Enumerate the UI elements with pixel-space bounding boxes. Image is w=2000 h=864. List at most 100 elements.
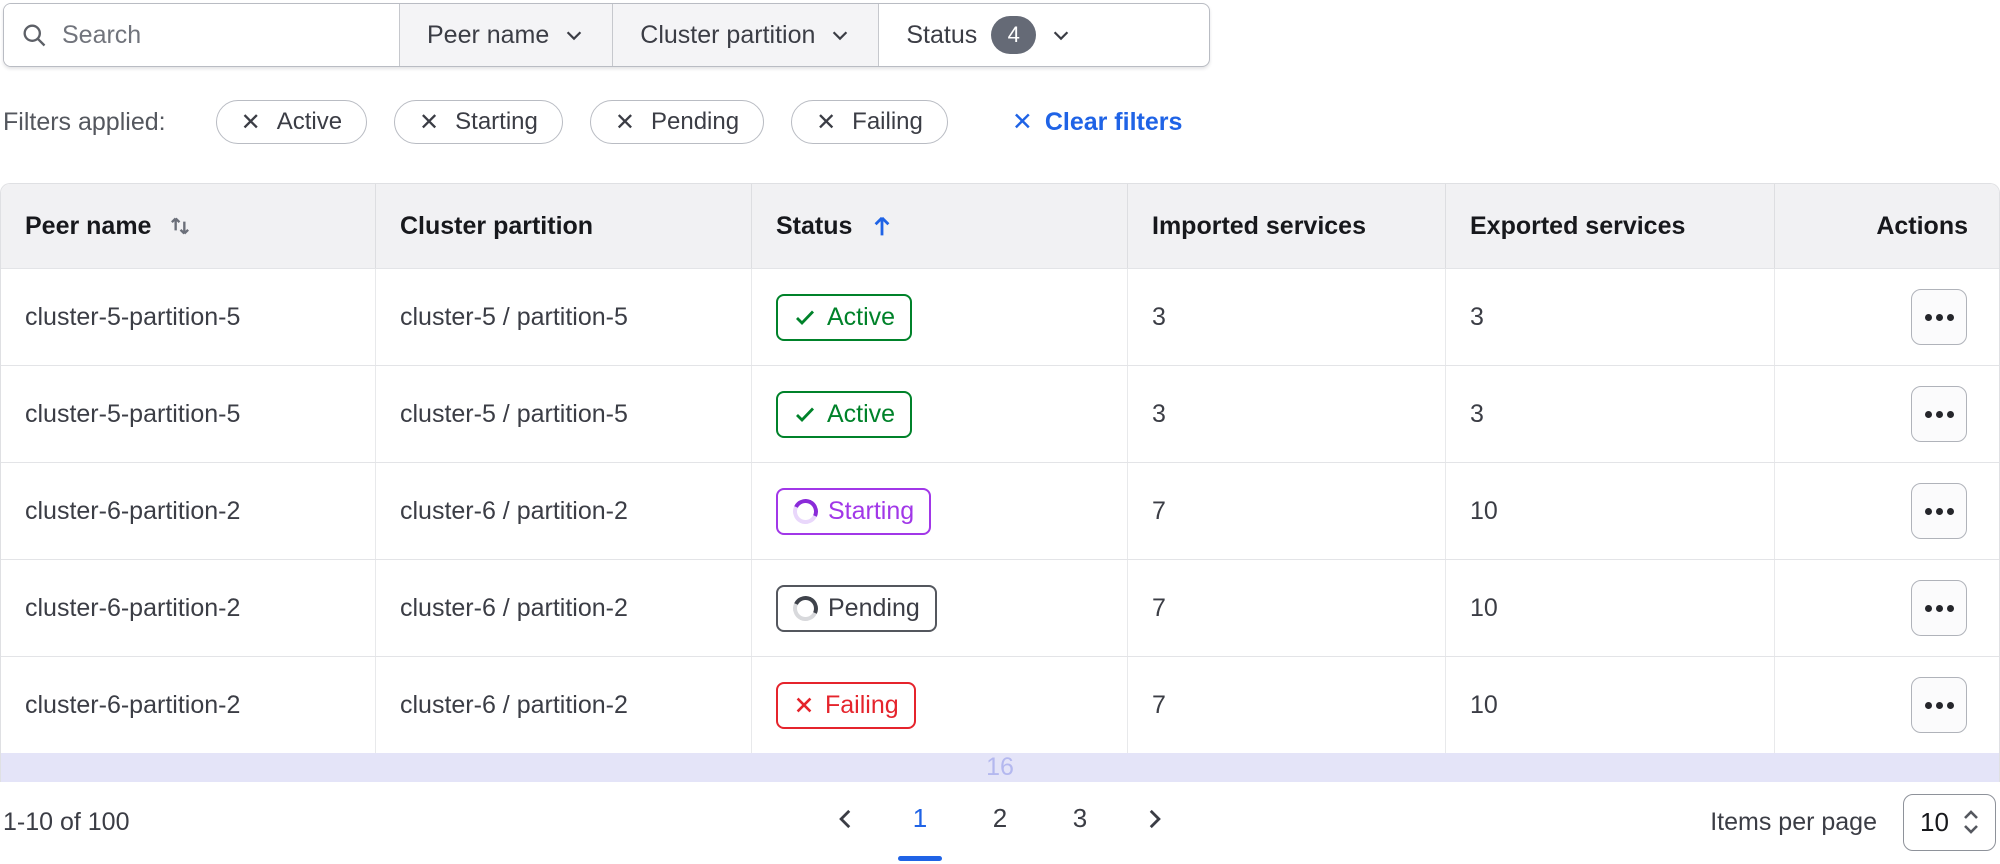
peers-table: Peer name Cluster partition Status Impor… bbox=[0, 183, 2000, 782]
status-filter-count-badge: 4 bbox=[991, 16, 1037, 54]
cluster-partition-cell: cluster-6 / partition-2 bbox=[376, 463, 752, 559]
status-badge-label: Pending bbox=[828, 593, 920, 622]
column-label: Exported services bbox=[1470, 211, 1686, 240]
filter-tag-label: Pending bbox=[650, 108, 740, 135]
actions-cell bbox=[1775, 366, 1999, 462]
peer-name-filter-label: Peer name bbox=[427, 20, 550, 49]
check-icon bbox=[796, 310, 815, 326]
status-cell: Active bbox=[752, 269, 1128, 365]
actions-cell bbox=[1775, 463, 1999, 559]
column-header-cluster-partition[interactable]: Cluster partition bbox=[376, 184, 752, 268]
remove-filter-icon[interactable]: ✕ bbox=[241, 108, 261, 137]
row-actions-button[interactable] bbox=[1911, 677, 1967, 733]
filter-tag[interactable]: ✕ Pending bbox=[589, 100, 765, 144]
x-icon bbox=[796, 697, 812, 713]
filter-tag-label: Failing bbox=[852, 108, 923, 135]
filter-tag[interactable]: ✕ Active bbox=[215, 100, 368, 144]
chevron-down-icon bbox=[1050, 24, 1072, 46]
search-box[interactable] bbox=[4, 4, 399, 66]
peer-name-cell: cluster-6-partition-2 bbox=[1, 657, 376, 753]
column-label: Imported services bbox=[1152, 211, 1366, 240]
row-actions-button[interactable] bbox=[1911, 386, 1967, 442]
search-input[interactable] bbox=[62, 20, 384, 50]
column-header-exported-services[interactable]: Exported services bbox=[1446, 184, 1775, 268]
actions-cell bbox=[1775, 657, 1999, 753]
filter-tag[interactable]: ✕ Failing bbox=[791, 100, 948, 144]
row-actions-button[interactable] bbox=[1911, 289, 1967, 345]
clear-filters-label: Clear filters bbox=[1044, 107, 1183, 136]
filter-tag-label: Starting bbox=[455, 108, 538, 135]
remove-filter-icon[interactable]: ✕ bbox=[615, 108, 635, 137]
results-summary: 1-10 of 100 bbox=[3, 807, 130, 836]
exported-services-cell: 3 bbox=[1446, 269, 1775, 365]
check-icon bbox=[796, 407, 815, 423]
imported-services-cell: 3 bbox=[1128, 269, 1446, 365]
status-badge: Failing bbox=[776, 681, 916, 729]
chevron-down-icon bbox=[829, 24, 851, 46]
page-controls: 1 2 3 bbox=[827, 791, 1173, 861]
table-row: cluster-5-partition-5 cluster-5 / partit… bbox=[1, 365, 1999, 462]
status-badge-label: Starting bbox=[828, 496, 915, 525]
items-per-page-select[interactable]: 10 bbox=[1903, 793, 1996, 851]
exported-services-cell: 10 bbox=[1446, 560, 1775, 656]
row-actions-button[interactable] bbox=[1911, 580, 1967, 636]
filter-toolbar: Peer name Cluster partition Status 4 bbox=[3, 3, 1210, 67]
cluster-partition-filter-dropdown[interactable]: Cluster partition bbox=[612, 4, 879, 66]
imported-services-cell: 3 bbox=[1128, 366, 1446, 462]
table-body: cluster-5-partition-5 cluster-5 / partit… bbox=[1, 268, 1999, 753]
status-badge: Active bbox=[776, 293, 913, 341]
clear-filters-x-icon: ✕ bbox=[1011, 108, 1033, 136]
status-badge: Active bbox=[776, 390, 913, 438]
previous-page-button[interactable] bbox=[827, 806, 865, 832]
remove-filter-icon[interactable]: ✕ bbox=[816, 108, 836, 137]
partial-row-text: 16 bbox=[986, 753, 1014, 781]
row-actions-button[interactable] bbox=[1911, 483, 1967, 539]
next-page-button[interactable] bbox=[1135, 806, 1173, 832]
table-row: cluster-6-partition-2 cluster-6 / partit… bbox=[1, 462, 1999, 559]
column-header-peer-name[interactable]: Peer name bbox=[1, 184, 376, 268]
peer-name-cell: cluster-5-partition-5 bbox=[1, 366, 376, 462]
exported-services-cell: 10 bbox=[1446, 657, 1775, 753]
cluster-partition-cell: cluster-5 / partition-5 bbox=[376, 366, 752, 462]
status-badge-label: Active bbox=[827, 302, 896, 331]
imported-services-cell: 7 bbox=[1128, 657, 1446, 753]
table-row: cluster-6-partition-2 cluster-6 / partit… bbox=[1, 656, 1999, 753]
column-header-imported-services[interactable]: Imported services bbox=[1128, 184, 1446, 268]
cluster-partition-cell: cluster-5 / partition-5 bbox=[376, 269, 752, 365]
status-cell: Active bbox=[752, 366, 1128, 462]
peer-name-filter-dropdown[interactable]: Peer name bbox=[399, 4, 613, 66]
peer-name-cell: cluster-6-partition-2 bbox=[1, 560, 376, 656]
status-badge-label: Active bbox=[827, 399, 896, 428]
page-number-button[interactable]: 3 bbox=[1055, 791, 1105, 847]
table-row: cluster-6-partition-2 cluster-6 / partit… bbox=[1, 559, 1999, 656]
column-label: Peer name bbox=[25, 211, 152, 240]
filter-tag[interactable]: ✕ Starting bbox=[394, 100, 563, 144]
cluster-partition-cell: cluster-6 / partition-2 bbox=[376, 560, 752, 656]
cluster-partition-cell: cluster-6 / partition-2 bbox=[376, 657, 752, 753]
sort-ascending-icon[interactable] bbox=[868, 212, 896, 240]
column-header-status[interactable]: Status bbox=[752, 184, 1128, 268]
filter-tags: ✕ Active ✕ Starting ✕ Pending ✕ Failing bbox=[215, 100, 948, 144]
exported-services-cell: 10 bbox=[1446, 463, 1775, 559]
items-per-page-value: 10 bbox=[1920, 806, 1949, 837]
imported-services-cell: 7 bbox=[1128, 560, 1446, 656]
sort-both-icon[interactable] bbox=[167, 213, 193, 239]
actions-cell bbox=[1775, 269, 1999, 365]
column-label: Actions bbox=[1876, 211, 1968, 240]
exported-services-cell: 3 bbox=[1446, 366, 1775, 462]
clear-filters-link[interactable]: ✕ Clear filters bbox=[1012, 107, 1183, 137]
peer-name-cell: cluster-6-partition-2 bbox=[1, 463, 376, 559]
status-filter-label: Status bbox=[906, 20, 978, 49]
page-number-button[interactable]: 1 bbox=[895, 791, 945, 861]
cluster-partition-filter-label: Cluster partition bbox=[640, 20, 816, 49]
status-filter-dropdown[interactable]: Status 4 bbox=[878, 4, 1100, 66]
status-cell: Failing bbox=[752, 657, 1128, 753]
page-number-button[interactable]: 2 bbox=[975, 791, 1025, 847]
partial-row: 16 bbox=[1, 753, 1999, 782]
filters-applied-label: Filters applied: bbox=[3, 107, 166, 136]
items-per-page: Items per page 10 bbox=[1710, 793, 1996, 851]
remove-filter-icon[interactable]: ✕ bbox=[419, 108, 439, 137]
spinner-icon bbox=[789, 494, 822, 528]
column-label: Status bbox=[776, 211, 853, 240]
chevron-down-icon bbox=[563, 24, 585, 46]
